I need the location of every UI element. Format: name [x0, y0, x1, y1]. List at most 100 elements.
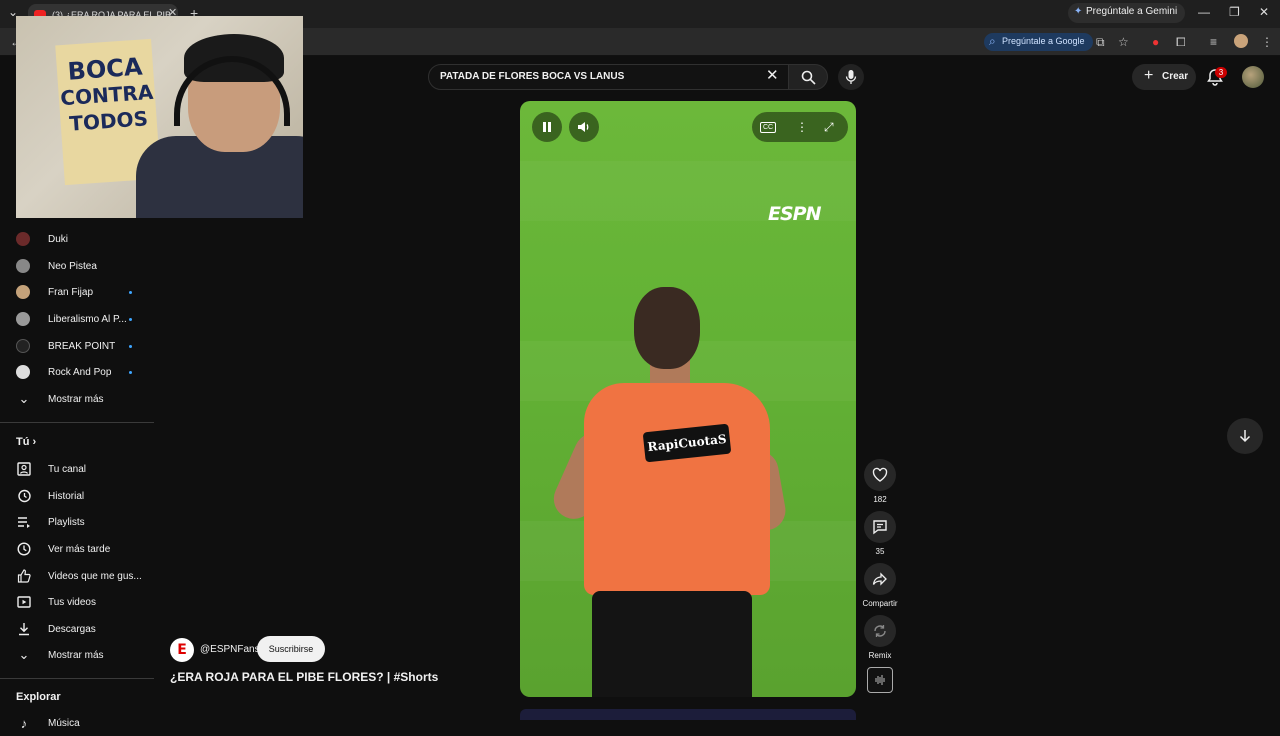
sidebar-item-label: Tu canal — [48, 463, 86, 475]
sidebar-item-label: Música — [48, 717, 80, 729]
chevron-right-icon: › — [32, 436, 37, 448]
remix-icon — [874, 625, 886, 637]
sidebar-sub-break-point[interactable]: BREAK POINT — [16, 333, 154, 359]
volume-button[interactable] — [569, 112, 599, 142]
search-icon — [801, 70, 816, 85]
shorts-video-player[interactable]: ESPN RapiCuotaS CC ⋮ ⤢ — [520, 101, 856, 697]
sidebar-item-watch-later[interactable]: Ver más tarde — [16, 536, 154, 562]
share-label: Compartir — [862, 599, 898, 608]
remix-label: Remix — [868, 651, 892, 660]
notification-count-badge: 3 — [1215, 67, 1227, 78]
sidebar-sub-liberalismo[interactable]: Liberalismo Al P... — [16, 306, 154, 332]
sidebar-item-your-videos[interactable]: Tus videos — [16, 589, 154, 615]
pause-icon — [543, 122, 551, 132]
sidebar-item-playlists[interactable]: Playlists — [16, 509, 154, 535]
more-options-icon[interactable]: ⋮ — [796, 120, 808, 134]
channel-avatar — [16, 285, 30, 299]
heart-icon — [872, 467, 888, 482]
player-controls-group: CC ⋮ ⤢ — [752, 112, 848, 142]
pause-button[interactable] — [532, 112, 562, 142]
history-icon — [16, 488, 32, 504]
sidebar-sub-duki[interactable]: Duki — [16, 226, 154, 252]
ask-google-button[interactable]: Pregúntale a Google — [984, 33, 1093, 51]
channel-avatar-espn[interactable]: E — [170, 638, 194, 662]
sidebar-item-label: Duki — [48, 233, 69, 245]
extensions-puzzle-icon[interactable]: ⧠ — [1176, 35, 1186, 50]
account-avatar[interactable] — [1242, 66, 1264, 88]
channel-avatar — [16, 232, 30, 246]
sidebar-item-label: Tus videos — [48, 596, 96, 608]
referee-jersey — [584, 383, 770, 595]
sidebar-item-your-channel[interactable]: Tu canal — [16, 456, 154, 482]
streamer-webcam: BOCA CONTRA TODOS — [16, 16, 303, 218]
sidebar-sub-rock-and-pop[interactable]: Rock And Pop — [16, 359, 154, 385]
next-short-preview[interactable] — [520, 709, 856, 720]
share-button[interactable] — [864, 563, 896, 595]
channel-icon — [16, 461, 32, 477]
channel-avatar — [16, 339, 30, 353]
sidebar-item-music[interactable]: ♪ Música — [16, 710, 154, 736]
sidebar-item-label: Mostrar más — [48, 649, 104, 661]
sidebar-item-label: Neo Pistea — [48, 260, 97, 272]
search-button[interactable] — [788, 64, 828, 90]
minimize-icon[interactable]: — — [1198, 5, 1210, 19]
sidebar-divider — [0, 422, 154, 423]
create-button[interactable]: + Crear — [1132, 64, 1196, 90]
subscribe-button[interactable]: Suscribirse — [257, 636, 325, 662]
comments-button[interactable] — [864, 511, 896, 543]
volume-icon — [578, 122, 589, 132]
show-more-you[interactable]: ⌄ Mostrar más — [16, 642, 154, 668]
short-title: ¿ERA ROJA PARA EL PIBE FLORES? | #Shorts — [170, 670, 439, 684]
restore-icon[interactable]: ❐ — [1229, 5, 1240, 19]
sidebar-item-label: Videos que me gus... — [48, 570, 142, 582]
mic-icon — [845, 70, 857, 84]
sidebar-sub-fran-fijap[interactable]: Fran Fijap — [16, 279, 154, 305]
voice-search-button[interactable] — [838, 64, 864, 90]
browser-menu-icon[interactable]: ⋮ — [1261, 35, 1273, 49]
your-videos-icon — [16, 594, 32, 610]
ask-gemini-button[interactable]: Pregúntale a Gemini — [1068, 3, 1186, 23]
sidebar-item-liked-videos[interactable]: Videos que me gus... — [16, 563, 154, 589]
sidebar-item-label: Mostrar más — [48, 393, 104, 405]
you-section-header[interactable]: Tú › — [16, 436, 36, 448]
referee-head — [634, 287, 700, 369]
channel-handle[interactable]: @ESPNFans — [200, 644, 260, 655]
audio-wave-icon — [875, 675, 885, 685]
new-content-dot — [129, 318, 132, 321]
comment-icon — [873, 520, 887, 535]
clear-search-icon[interactable]: ✕ — [766, 66, 779, 84]
sidebar-item-history[interactable]: Historial — [16, 483, 154, 509]
show-more-subscriptions[interactable]: ⌄ Mostrar más — [16, 386, 154, 412]
extension-red-icon[interactable]: ● — [1152, 35, 1159, 49]
espn-e-logo: E — [177, 642, 187, 658]
sidebar-item-label: Descargas — [48, 623, 96, 635]
sidebar-sub-neo-pistea[interactable]: Neo Pistea — [16, 253, 154, 279]
sidebar-item-downloads[interactable]: Descargas — [16, 616, 154, 642]
sidebar: Duki Neo Pistea Fran Fijap Liberalismo A… — [0, 226, 154, 731]
remix-button[interactable] — [864, 615, 896, 647]
install-app-icon[interactable]: ⧉ — [1096, 35, 1105, 50]
fullscreen-icon[interactable]: ⤢ — [824, 120, 834, 135]
sound-thumbnail[interactable] — [867, 667, 893, 693]
watch-later-icon — [16, 541, 32, 557]
next-video-button[interactable] — [1227, 418, 1263, 454]
liked-icon — [16, 568, 32, 584]
window-close-icon[interactable]: ✕ — [1259, 5, 1269, 19]
playlists-icon — [16, 514, 32, 530]
sidebar-item-label: BREAK POINT — [48, 340, 116, 352]
sidebar-item-label: Liberalismo Al P... — [48, 313, 127, 325]
new-content-dot — [129, 345, 132, 348]
captions-icon[interactable]: CC — [760, 122, 777, 133]
browser-profile-avatar[interactable] — [1234, 34, 1248, 48]
reading-list-icon[interactable]: ≡ — [1210, 35, 1217, 49]
search-input[interactable]: PATADA DE FLORES BOCA VS LANUS — [428, 64, 790, 90]
create-label: Crear — [1162, 71, 1189, 82]
bookmark-star-icon[interactable]: ☆ — [1118, 35, 1129, 49]
espn-watermark: ESPN — [768, 203, 821, 225]
music-icon: ♪ — [20, 715, 28, 731]
referee-shorts — [592, 591, 752, 697]
sidebar-item-label: Ver más tarde — [48, 543, 111, 555]
like-button[interactable] — [864, 459, 896, 491]
channel-avatar — [16, 365, 30, 379]
new-content-dot — [129, 371, 132, 374]
